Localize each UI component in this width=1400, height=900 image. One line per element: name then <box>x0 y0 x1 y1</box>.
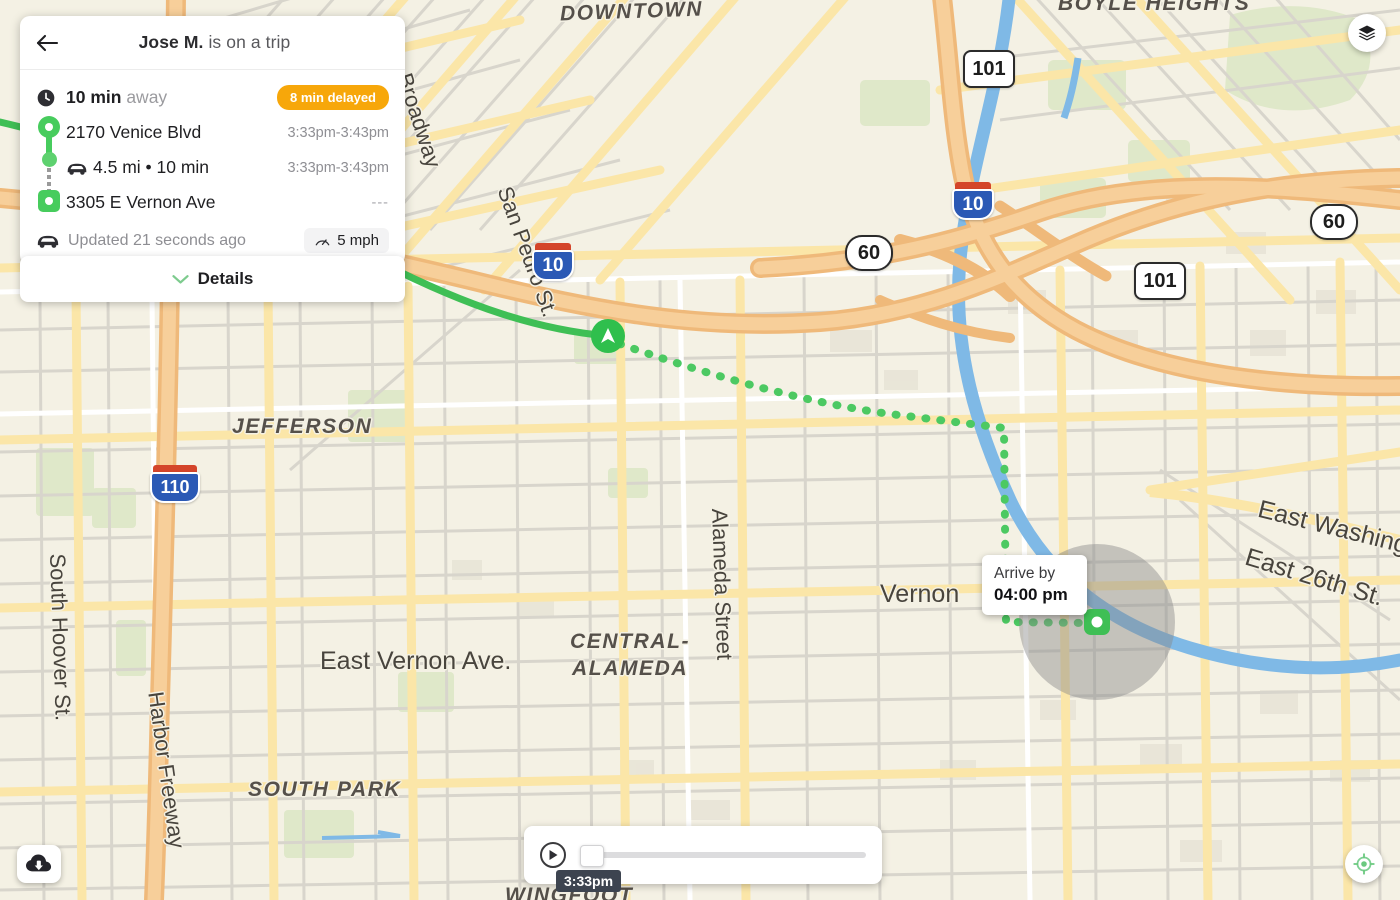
leg-row: 4.5 mi • 10 min 3:33pm-3:43pm <box>36 150 389 185</box>
details-expand-button[interactable]: Details <box>20 256 405 302</box>
trip-card-body: 10 min away 8 min delayed 2170 Venice Bl… <box>20 70 405 220</box>
layers-glyph <box>1358 25 1376 41</box>
layers-icon[interactable] <box>1348 14 1386 52</box>
eta-value: 10 min <box>66 87 122 107</box>
details-label: Details <box>197 269 254 288</box>
destination-marker <box>1084 609 1110 635</box>
eta-row: 10 min away 8 min delayed <box>36 80 389 115</box>
timeline-slider-handle[interactable] <box>580 845 604 867</box>
speed-value: 5 mph <box>337 232 379 249</box>
locate-target-icon[interactable] <box>1345 845 1383 883</box>
locate-glyph <box>1353 853 1375 875</box>
destination-time: --- <box>371 194 389 211</box>
origin-row[interactable]: 2170 Venice Blvd 3:33pm-3:43pm <box>36 115 389 150</box>
trip-card-header: Jose M. is on a trip <box>20 16 405 70</box>
leg-summary-wrap: 4.5 mi • 10 min <box>66 157 287 178</box>
chevron-down-icon <box>172 274 189 285</box>
cloud-download-icon[interactable] <box>17 845 61 883</box>
last-updated-text: Updated 21 seconds ago <box>68 231 246 249</box>
play-glyph <box>549 850 557 860</box>
page-title: Jose M. is on a trip <box>74 32 405 53</box>
speed-indicator: 5 mph <box>304 228 389 253</box>
clock-glyph <box>37 89 55 106</box>
arrive-time: 04:00 pm <box>994 585 1068 605</box>
play-circle-icon[interactable] <box>540 842 566 868</box>
eta-text: 10 min away <box>66 87 277 108</box>
car-glyph <box>67 163 87 175</box>
timeline-track[interactable] <box>580 852 866 858</box>
trip-status-text: is on a trip <box>203 32 291 52</box>
map-tracking-app: DOWNTOWN BOYLE HEIGHTS JEFFERSON SOUTH PARK… <box>0 0 1400 900</box>
back-arrow-icon[interactable] <box>20 16 74 70</box>
current-time-chip: 3:33pm <box>556 870 622 892</box>
clock-icon <box>36 88 66 108</box>
destination-address: 3305 E Vernon Ave <box>66 192 216 212</box>
speedometer-icon <box>314 232 331 249</box>
car-icon <box>66 160 88 176</box>
status-badge: 8 min delayed <box>277 85 389 110</box>
car-glyph <box>37 235 59 248</box>
trip-driver-name: Jose M. <box>138 32 204 52</box>
car-icon <box>36 232 60 249</box>
origin-address: 2170 Venice Blvd <box>66 122 202 142</box>
vehicle-marker <box>591 319 625 353</box>
arrive-by-tooltip: Arrive by 04:00 pm <box>982 555 1087 616</box>
leg-time: 3:33pm-3:43pm <box>287 159 389 176</box>
arrive-caption: Arrive by <box>994 565 1056 582</box>
destination-row[interactable]: 3305 E Vernon Ave --- <box>36 185 389 220</box>
back-arrow-glyph <box>36 34 59 51</box>
origin-time: 3:33pm-3:43pm <box>287 124 389 141</box>
speedometer-glyph <box>315 239 330 246</box>
cloud-download-glyph <box>26 854 52 872</box>
timeline-track-wrap[interactable] <box>580 842 866 868</box>
chevron-down-glyph <box>172 274 189 284</box>
leg-summary: 4.5 mi • 10 min <box>93 157 210 177</box>
eta-suffix: away <box>126 87 168 107</box>
trip-status-card: Jose M. is on a trip 10 min away 8 min d… <box>20 16 405 265</box>
